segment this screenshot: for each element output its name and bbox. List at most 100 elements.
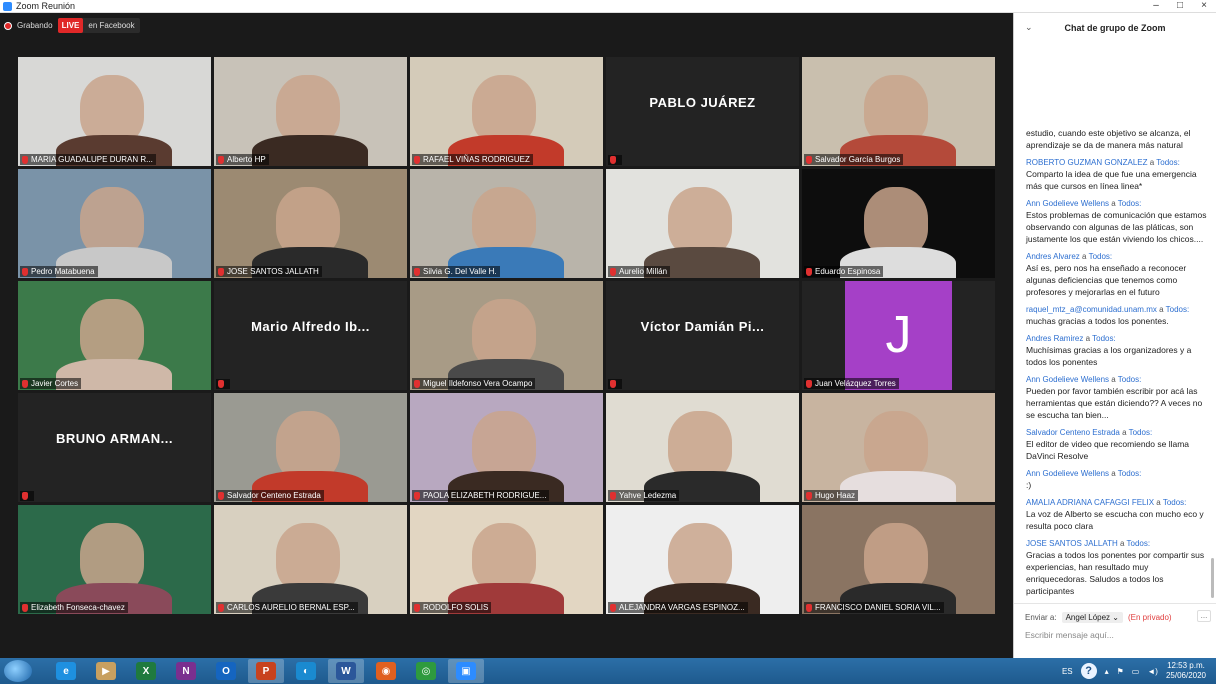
chat-message-sender[interactable]: Ann Godelieve Wellens a Todos:	[1026, 374, 1211, 385]
participant-nameplate: Aurelio Millán	[608, 266, 671, 277]
video-tile[interactable]: PAOLA ELIZABETH RODRIGUE...	[410, 393, 603, 502]
video-tile[interactable]: CARLOS AURELIO BERNAL ESP...	[214, 505, 407, 614]
video-tile[interactable]: Eduardo Espinosa	[802, 169, 995, 278]
chevron-up-icon[interactable]: ▴	[1105, 667, 1109, 676]
chat-message-sender[interactable]: Ann Godelieve Wellens a Todos:	[1026, 468, 1211, 479]
chat-message-sender[interactable]: JOSE SANTOS JALLATH a Todos:	[1026, 538, 1211, 549]
video-tile[interactable]: Elizabeth Fonseca-chavez	[18, 505, 211, 614]
participant-name: Eduardo Espinosa	[815, 267, 881, 276]
muted-mic-icon	[610, 267, 616, 276]
video-tile[interactable]: Alberto HP	[214, 57, 407, 166]
chat-messages[interactable]: estudio, cuando este objetivo se alcanza…	[1014, 43, 1216, 603]
participant-name: RODOLFO SOLIS	[423, 603, 489, 612]
flag-icon[interactable]: ⚑	[1117, 667, 1124, 676]
video-tile[interactable]: Mario Alfredo Ib...	[214, 281, 407, 390]
participant-name: Salvador García Burgos	[815, 155, 901, 164]
muted-mic-icon	[610, 491, 616, 500]
chat-message: Ann Godelieve Wellens a Todos: Pueden por…	[1014, 374, 1216, 427]
chat-message-sender[interactable]: AMALIA ADRIANA CAFAGGI FELIX a Todos:	[1026, 497, 1211, 508]
scrollbar-thumb[interactable]	[1211, 558, 1214, 598]
language-indicator[interactable]: ES	[1062, 667, 1073, 676]
volume-icon[interactable]: ◄)	[1147, 667, 1158, 676]
video-tile[interactable]: Salvador García Burgos	[802, 57, 995, 166]
taskbar-app-button[interactable]: ◉	[368, 659, 404, 683]
participant-nameplate: CARLOS AURELIO BERNAL ESP...	[216, 602, 358, 613]
chat-scrollbar[interactable]	[1211, 43, 1214, 603]
sender-name: Andres Alvarez	[1026, 252, 1080, 261]
taskbar-app-button[interactable]: ▣	[448, 659, 484, 683]
minimize-icon[interactable]: –	[1144, 0, 1168, 12]
muted-mic-icon	[610, 380, 616, 388]
muted-mic-icon	[414, 379, 420, 388]
video-tile[interactable]: ALEJANDRA VARGAS ESPINOZ...	[606, 505, 799, 614]
app-icon: ▶	[96, 662, 116, 680]
taskbar-app-button[interactable]: W	[328, 659, 364, 683]
chat-message-sender[interactable]: Andres Ramirez a Todos:	[1026, 333, 1211, 344]
help-icon[interactable]: ?	[1080, 663, 1097, 679]
video-tile[interactable]: Aurelio Millán	[606, 169, 799, 278]
video-tile[interactable]: BRUNO ARMAN...	[18, 393, 211, 502]
video-tile[interactable]: Miguel Ildefonso Vera Ocampo	[410, 281, 603, 390]
muted-mic-icon	[218, 491, 224, 500]
chat-message-sender[interactable]: Salvador Centeno Estrada a Todos:	[1026, 427, 1211, 438]
participant-name: Salvador Centeno Estrada	[227, 491, 321, 500]
video-tile[interactable]: Pedro Matabuena	[18, 169, 211, 278]
video-tile[interactable]: RODOLFO SOLIS	[410, 505, 603, 614]
participant-name: Aurelio Millán	[619, 267, 668, 276]
video-tile[interactable]: Hugo Haaz	[802, 393, 995, 502]
to-word: a	[1159, 305, 1164, 314]
chat-message-sender[interactable]: raquel_mtz_a@comunidad.unam.mx a Todos:	[1026, 304, 1211, 315]
window-title: Zoom Reunión	[16, 1, 76, 11]
app-icon: ◐	[296, 662, 316, 680]
to-word: a	[1156, 498, 1161, 507]
recipient-select[interactable]: Angel López ⌄	[1061, 612, 1123, 623]
video-tile[interactable]: Silvia G. Del Valle H.	[410, 169, 603, 278]
muted-mic-icon	[22, 267, 28, 276]
maximize-icon[interactable]: □	[1168, 0, 1192, 12]
participant-nameplate: Salvador García Burgos	[804, 154, 904, 165]
taskbar-app-button[interactable]: P	[248, 659, 284, 683]
close-icon[interactable]: ×	[1192, 0, 1216, 12]
video-tile[interactable]: Yahve Ledezma	[606, 393, 799, 502]
taskbar-app-button[interactable]: O	[208, 659, 244, 683]
video-tile[interactable]: MARIA GUADALUPE DURAN R...	[18, 57, 211, 166]
video-tile[interactable]: PABLO JUÁREZ	[606, 57, 799, 166]
video-tile[interactable]: RAFAEL VIÑAS RODRIGUEZ	[410, 57, 603, 166]
chat-title: Chat de grupo de Zoom	[1064, 23, 1166, 33]
clock[interactable]: 12:53 p.m. 25/06/2020	[1166, 661, 1206, 681]
muted-mic-icon	[22, 492, 28, 500]
start-button[interactable]	[4, 660, 32, 682]
taskbar-app-button[interactable]: ▶	[88, 659, 124, 683]
send-to-label: Enviar a:	[1025, 613, 1057, 622]
video-tile[interactable]: J Juan Velázquez Torres	[802, 281, 995, 390]
chevron-down-icon[interactable]: ⌄	[1025, 22, 1033, 33]
video-tile[interactable]: Salvador Centeno Estrada	[214, 393, 407, 502]
taskbar-app-button[interactable]: X	[128, 659, 164, 683]
video-tile[interactable]: Víctor Damián Pi...	[606, 281, 799, 390]
sender-name: Ann Godelieve Wellens	[1026, 469, 1110, 478]
taskbar-app-button[interactable]: N	[168, 659, 204, 683]
message-input[interactable]: Escribir mensaje aquí...	[1025, 630, 1114, 640]
network-icon[interactable]: ▭	[1132, 667, 1140, 676]
taskbar-app-button[interactable]: e	[48, 659, 84, 683]
muted-mic-icon	[806, 267, 812, 276]
video-tile[interactable]: FRANCISCO DANIEL SORIA VIL...	[802, 505, 995, 614]
to-word: a	[1122, 428, 1127, 437]
chat-message-sender[interactable]: ROBERTO GUZMAN GONZALEZ a Todos:	[1026, 157, 1211, 168]
sender-name: JOSE SANTOS JALLATH	[1026, 539, 1118, 548]
chat-message-text: Pueden por favor también escribir por ac…	[1026, 386, 1203, 420]
chat-message: ROBERTO GUZMAN GONZALEZ a Todos: Comparto…	[1014, 157, 1216, 198]
chat-message-sender[interactable]: Andres Alvarez a Todos:	[1026, 251, 1211, 262]
taskbar-app-button[interactable]: ◐	[288, 659, 324, 683]
chat-message-text: Estos problemas de comunicación que esta…	[1026, 210, 1207, 244]
live-stream-indicator[interactable]: LIVE en Facebook	[57, 18, 140, 33]
video-tile[interactable]: JOSE SANTOS JALLATH	[214, 169, 407, 278]
chat-message-text: La voz de Alberto se escucha con mucho e…	[1026, 509, 1204, 531]
chat-message-sender[interactable]: Ann Godelieve Wellens a Todos:	[1026, 198, 1211, 209]
more-options-button[interactable]: ...	[1197, 610, 1211, 622]
video-tile[interactable]: Javier Cortes	[18, 281, 211, 390]
participant-name: Mario Alfredo Ib...	[251, 319, 370, 334]
recording-icon	[4, 21, 12, 30]
sender-name: ROBERTO GUZMAN GONZALEZ	[1026, 158, 1148, 167]
taskbar-app-button[interactable]: ◎	[408, 659, 444, 683]
